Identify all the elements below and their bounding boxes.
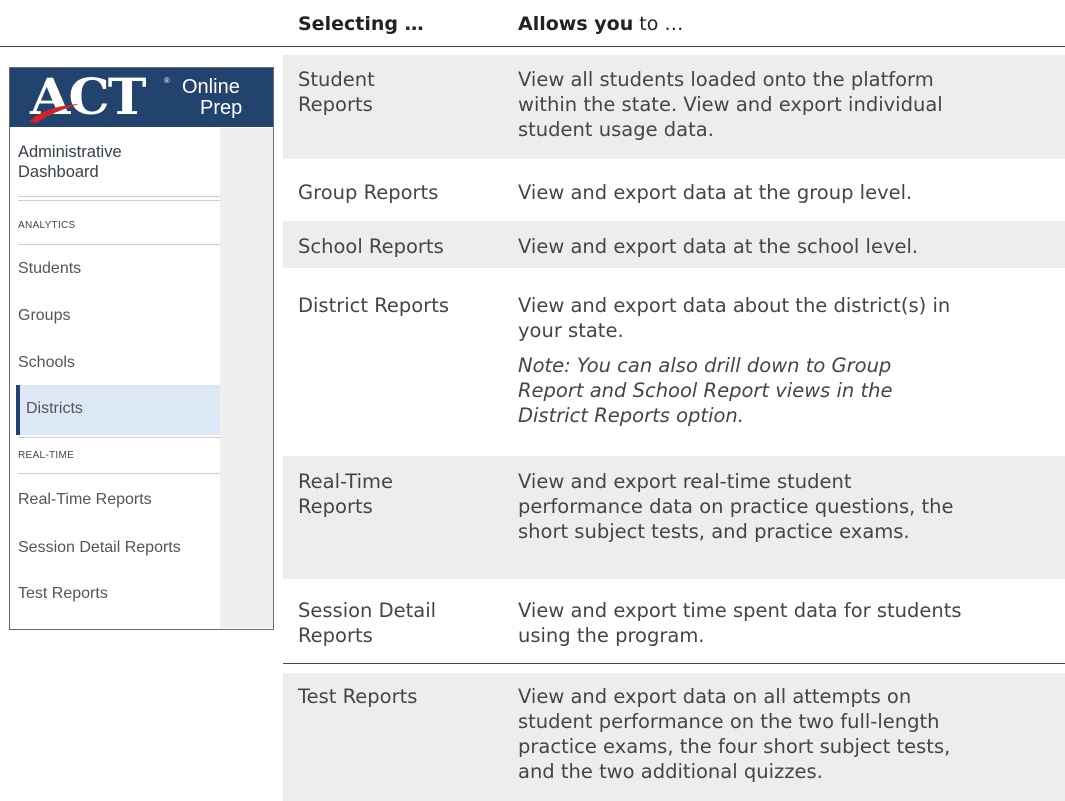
row-allows: View and export real-time student perfor…	[518, 469, 1063, 544]
sidebar-divider	[18, 200, 220, 201]
sidebar-divider	[18, 244, 220, 245]
cell-line: using the program.	[518, 624, 705, 647]
sidebar-item-groups[interactable]: Groups	[18, 307, 70, 325]
cell-line: student performance on the two full-leng…	[518, 710, 940, 733]
row-selecting: District Reports	[298, 293, 449, 318]
cell-line: short subject tests, and practice exams.	[518, 520, 910, 543]
cell-line: School Reports	[298, 235, 444, 258]
cell-line: Reports	[298, 495, 373, 518]
logo-swoosh-icon	[29, 104, 79, 123]
table-row: School Reports View and export data at t…	[283, 221, 1065, 268]
table-row: Student Reports View all students loaded…	[283, 55, 1065, 159]
sidebar-item-label: Districts	[26, 400, 83, 417]
cell-line: View and export data at the group level.	[518, 181, 913, 204]
cell-line: Test Reports	[298, 685, 418, 708]
table-row: District Reports View and export data ab…	[283, 268, 1065, 446]
row-allows: View and export data on all attempts on …	[518, 684, 1063, 784]
sidebar-item-session-detail-reports[interactable]: Session Detail Reports	[18, 539, 181, 557]
cell-line: and the two additional quizzes.	[518, 760, 823, 783]
row-rule	[283, 663, 1065, 664]
section-label-realtime: REAL-TIME	[18, 450, 75, 461]
column-header-allows-rest: to …	[633, 13, 684, 35]
note: Note: You can also drill down to Group R…	[518, 353, 1063, 428]
section-label-analytics: ANALYTICS	[18, 220, 76, 231]
table-row: Test Reports View and export data on all…	[283, 673, 1065, 801]
row-allows: View and export time spent data for stud…	[518, 598, 1063, 648]
row-allows: View and export data at the school level…	[518, 234, 1063, 259]
table-row: Session Detail Reports View and export t…	[283, 579, 1065, 663]
logo-registered: ®	[164, 76, 170, 85]
cell-line: performance data on practice questions, …	[518, 495, 954, 518]
sidebar-divider	[18, 473, 220, 474]
cell-line: View and export data at the school level…	[518, 235, 919, 258]
dashboard-title-line: Dashboard	[18, 163, 99, 181]
cell-line: View and export data on all attempts on	[518, 685, 912, 708]
sidebar-item-districts[interactable]: Districts	[16, 385, 220, 435]
cell-line: Student	[298, 68, 375, 91]
row-allows: View and export data at the group level.	[518, 180, 1063, 205]
cell-line: Reports	[298, 93, 373, 116]
sidebar-divider	[18, 196, 220, 197]
row-selecting: Real-Time Reports	[298, 469, 393, 519]
row-selecting: Group Reports	[298, 180, 438, 205]
row-allows: View and export data about the district(…	[518, 293, 1063, 428]
act-online-prep-logo[interactable]: ACT ® Online Prep	[10, 68, 273, 127]
note-line: District Reports option.	[518, 404, 744, 427]
sidebar-item-students[interactable]: Students	[18, 260, 81, 278]
cell-line: View and export data about the district(…	[518, 294, 951, 317]
admin-sidebar: ACT ® Online Prep Administrative Dashboa…	[9, 67, 274, 630]
sidebar-divider	[18, 437, 220, 438]
logo-prep-text: Prep	[200, 97, 243, 119]
cell-line: View and export real-time student	[518, 470, 852, 493]
sidebar-gutter	[220, 128, 273, 628]
dashboard-title: Administrative Dashboard	[18, 142, 122, 182]
column-header-selecting: Selecting …	[298, 13, 424, 35]
row-selecting: School Reports	[298, 234, 444, 259]
row-selecting: Student Reports	[298, 67, 375, 117]
row-allows: View all students loaded onto the platfo…	[518, 67, 1063, 142]
dashboard-title-line: Administrative	[18, 143, 122, 161]
column-header-allows: Allows you to …	[518, 13, 683, 35]
note-line: Report and School Report views in the	[518, 379, 893, 402]
column-header-allows-bold: Allows you	[518, 13, 634, 35]
sidebar-item-schools[interactable]: Schools	[18, 354, 75, 372]
cell-line: Real-Time	[298, 470, 394, 493]
row-selecting: Session Detail Reports	[298, 598, 436, 648]
cell-line: District Reports	[298, 294, 450, 317]
cell-line: Reports	[298, 624, 373, 647]
cell-line: View and export time spent data for stud…	[518, 599, 962, 622]
cell-line: Session Detail	[298, 599, 437, 622]
header-rule	[0, 46, 1065, 47]
table-row: Group Reports View and export data at th…	[283, 159, 1065, 211]
cell-line: your state.	[518, 319, 624, 342]
sidebar-item-test-reports[interactable]: Test Reports	[18, 585, 108, 603]
cell-line: View all students loaded onto the platfo…	[518, 68, 934, 91]
logo-online-text: Online	[182, 76, 240, 98]
cell-line: student usage data.	[518, 118, 714, 141]
cell-line: within the state. View and export indivi…	[518, 93, 943, 116]
note-line: Note: You can also drill down to Group	[518, 354, 892, 377]
sidebar-item-real-time-reports[interactable]: Real-Time Reports	[18, 491, 152, 509]
cell-line: Group Reports	[298, 181, 439, 204]
table-row: Real-Time Reports View and export real-t…	[283, 456, 1065, 579]
row-selecting: Test Reports	[298, 684, 417, 709]
cell-line: practice exams, the four short subject t…	[518, 735, 951, 758]
